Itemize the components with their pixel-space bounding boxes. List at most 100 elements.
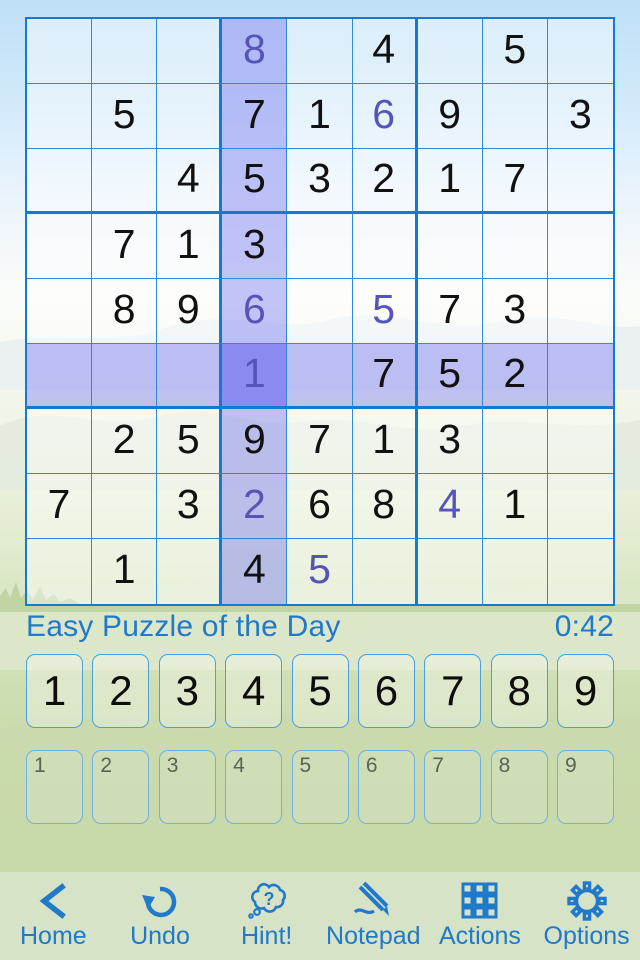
sudoku-cell-r8c9[interactable] bbox=[547, 474, 613, 539]
number-button-1[interactable]: 1 bbox=[26, 654, 83, 728]
sudoku-cell-r7c4[interactable]: 9 bbox=[222, 409, 288, 474]
sudoku-cell-r2c9[interactable]: 3 bbox=[547, 84, 613, 149]
toolbar-item-options[interactable]: Options bbox=[534, 880, 640, 949]
note-button-1[interactable]: 1 bbox=[26, 750, 83, 824]
sudoku-cell-r9c3[interactable] bbox=[157, 539, 223, 604]
number-pad[interactable]: 123456789 bbox=[0, 654, 640, 728]
sudoku-cell-r3c4[interactable]: 5 bbox=[222, 149, 288, 214]
sudoku-cell-r5c4[interactable]: 6 bbox=[222, 279, 288, 344]
notes-pad[interactable]: 1 2 3 4 5 6 7 8 9 bbox=[0, 750, 640, 824]
sudoku-cell-r6c7[interactable]: 5 bbox=[417, 344, 483, 409]
sudoku-cell-r1c7[interactable] bbox=[417, 19, 483, 84]
sudoku-cell-r7c2[interactable]: 2 bbox=[92, 409, 158, 474]
number-button-4[interactable]: 4 bbox=[225, 654, 283, 728]
sudoku-cell-r3c5[interactable]: 3 bbox=[287, 149, 353, 214]
toolbar-item-actions[interactable]: Actions bbox=[427, 880, 533, 949]
sudoku-cell-r1c3[interactable] bbox=[157, 19, 223, 84]
sudoku-cell-r5c5[interactable] bbox=[287, 279, 353, 344]
sudoku-cell-r1c8[interactable]: 5 bbox=[482, 19, 548, 84]
sudoku-cell-r4c9[interactable] bbox=[547, 214, 613, 279]
number-button-3[interactable]: 3 bbox=[158, 654, 216, 728]
sudoku-cell-r1c5[interactable] bbox=[287, 19, 353, 84]
sudoku-cell-r3c2[interactable] bbox=[92, 149, 158, 214]
number-button-7[interactable]: 7 bbox=[424, 654, 482, 728]
toolbar-item-hint[interactable]: ? Hint! bbox=[214, 880, 320, 949]
sudoku-cell-r4c4[interactable]: 3 bbox=[222, 214, 288, 279]
sudoku-cell-r9c6[interactable] bbox=[352, 539, 418, 604]
sudoku-cell-r3c6[interactable]: 2 bbox=[352, 149, 418, 214]
sudoku-grid[interactable]: 8455716934532177138965731752259713732684… bbox=[25, 17, 615, 606]
note-button-4[interactable]: 4 bbox=[225, 750, 283, 824]
sudoku-cell-r8c1[interactable]: 7 bbox=[27, 474, 93, 539]
sudoku-cell-r5c7[interactable]: 7 bbox=[417, 279, 483, 344]
sudoku-cell-r3c8[interactable]: 7 bbox=[482, 149, 548, 214]
sudoku-cell-r7c9[interactable] bbox=[547, 409, 613, 474]
sudoku-cell-r5c6[interactable]: 5 bbox=[352, 279, 418, 344]
toolbar-item-undo[interactable]: Undo bbox=[107, 880, 213, 949]
sudoku-cell-r7c7[interactable]: 3 bbox=[417, 409, 483, 474]
sudoku-cell-r8c6[interactable]: 8 bbox=[352, 474, 418, 539]
sudoku-board[interactable]: 8455716934532177138965731752259713732684… bbox=[25, 17, 615, 606]
number-button-6[interactable]: 6 bbox=[357, 654, 415, 728]
sudoku-cell-r7c6[interactable]: 1 bbox=[352, 409, 418, 474]
sudoku-cell-r8c3[interactable]: 3 bbox=[157, 474, 223, 539]
note-button-9[interactable]: 9 bbox=[557, 750, 614, 824]
sudoku-cell-r3c3[interactable]: 4 bbox=[157, 149, 223, 214]
sudoku-cell-r6c5[interactable] bbox=[287, 344, 353, 409]
sudoku-cell-r6c6[interactable]: 7 bbox=[352, 344, 418, 409]
sudoku-cell-r4c7[interactable] bbox=[417, 214, 483, 279]
sudoku-cell-r1c2[interactable] bbox=[92, 19, 158, 84]
sudoku-cell-r4c1[interactable] bbox=[27, 214, 93, 279]
sudoku-cell-r4c3[interactable]: 1 bbox=[157, 214, 223, 279]
sudoku-cell-r1c9[interactable] bbox=[547, 19, 613, 84]
sudoku-cell-r7c3[interactable]: 5 bbox=[157, 409, 223, 474]
sudoku-cell-r9c5[interactable]: 5 bbox=[287, 539, 353, 604]
note-button-2[interactable]: 2 bbox=[92, 750, 150, 824]
sudoku-cell-r6c4[interactable]: 1 bbox=[222, 344, 288, 409]
number-button-2[interactable]: 2 bbox=[92, 654, 150, 728]
note-button-6[interactable]: 6 bbox=[357, 750, 415, 824]
sudoku-cell-r2c4[interactable]: 7 bbox=[222, 84, 288, 149]
sudoku-cell-r1c1[interactable] bbox=[27, 19, 93, 84]
sudoku-cell-r6c1[interactable] bbox=[27, 344, 93, 409]
sudoku-cell-r7c5[interactable]: 7 bbox=[287, 409, 353, 474]
sudoku-cell-r7c1[interactable] bbox=[27, 409, 93, 474]
toolbar-item-notepad[interactable]: Notepad bbox=[320, 880, 426, 949]
sudoku-cell-r9c8[interactable] bbox=[482, 539, 548, 604]
sudoku-cell-r4c8[interactable] bbox=[482, 214, 548, 279]
sudoku-cell-r8c4[interactable]: 2 bbox=[222, 474, 288, 539]
sudoku-cell-r6c3[interactable] bbox=[157, 344, 223, 409]
sudoku-cell-r2c7[interactable]: 9 bbox=[417, 84, 483, 149]
toolbar-item-home[interactable]: Home bbox=[0, 880, 106, 949]
sudoku-cell-r9c1[interactable] bbox=[27, 539, 93, 604]
sudoku-cell-r8c8[interactable]: 1 bbox=[482, 474, 548, 539]
number-button-9[interactable]: 9 bbox=[557, 654, 614, 728]
sudoku-cell-r4c2[interactable]: 7 bbox=[92, 214, 158, 279]
sudoku-cell-r2c2[interactable]: 5 bbox=[92, 84, 158, 149]
sudoku-cell-r6c8[interactable]: 2 bbox=[482, 344, 548, 409]
note-button-3[interactable]: 3 bbox=[158, 750, 216, 824]
sudoku-cell-r8c7[interactable]: 4 bbox=[417, 474, 483, 539]
sudoku-cell-r4c5[interactable] bbox=[287, 214, 353, 279]
sudoku-cell-r5c2[interactable]: 8 bbox=[92, 279, 158, 344]
sudoku-cell-r8c2[interactable] bbox=[92, 474, 158, 539]
sudoku-cell-r2c3[interactable] bbox=[157, 84, 223, 149]
number-button-5[interactable]: 5 bbox=[291, 654, 349, 728]
sudoku-cell-r2c6[interactable]: 6 bbox=[352, 84, 418, 149]
note-button-8[interactable]: 8 bbox=[490, 750, 548, 824]
sudoku-cell-r5c1[interactable] bbox=[27, 279, 93, 344]
sudoku-cell-r9c9[interactable] bbox=[547, 539, 613, 604]
sudoku-cell-r3c1[interactable] bbox=[27, 149, 93, 214]
sudoku-cell-r2c8[interactable] bbox=[482, 84, 548, 149]
sudoku-cell-r9c4[interactable]: 4 bbox=[222, 539, 288, 604]
sudoku-cell-r3c9[interactable] bbox=[547, 149, 613, 214]
sudoku-cell-r8c5[interactable]: 6 bbox=[287, 474, 353, 539]
sudoku-cell-r2c1[interactable] bbox=[27, 84, 93, 149]
sudoku-cell-r5c8[interactable]: 3 bbox=[482, 279, 548, 344]
note-button-7[interactable]: 7 bbox=[424, 750, 482, 824]
number-button-8[interactable]: 8 bbox=[490, 654, 548, 728]
sudoku-cell-r5c3[interactable]: 9 bbox=[157, 279, 223, 344]
sudoku-cell-r7c8[interactable] bbox=[482, 409, 548, 474]
sudoku-cell-r9c2[interactable]: 1 bbox=[92, 539, 158, 604]
sudoku-cell-r5c9[interactable] bbox=[547, 279, 613, 344]
